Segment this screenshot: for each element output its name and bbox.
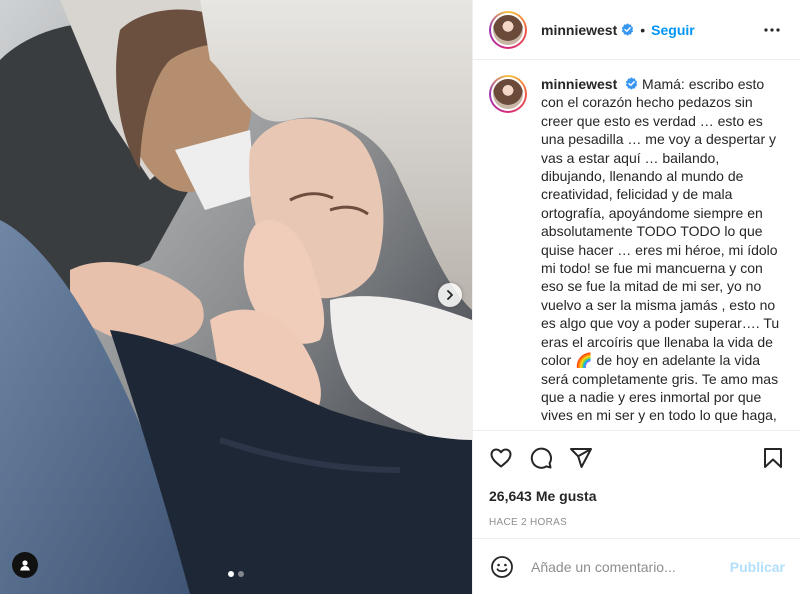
user-tag-icon <box>20 560 30 571</box>
verified-badge-icon <box>621 23 634 36</box>
follow-button[interactable]: Seguir <box>651 22 695 38</box>
header-separator: • <box>640 21 646 38</box>
like-button[interactable] <box>489 446 513 470</box>
carousel-dot-active <box>228 571 234 577</box>
caption: minniewest Mamá: escribo esto con el cor… <box>489 75 785 429</box>
likes-number: 26,643 <box>489 488 532 504</box>
post-media[interactable] <box>0 0 472 594</box>
emoji-button[interactable] <box>489 554 515 580</box>
carousel-next-button[interactable] <box>438 283 462 307</box>
action-bar <box>473 431 800 485</box>
likes-count[interactable]: 26,643 Me gusta <box>473 485 800 507</box>
comment-icon <box>530 447 552 469</box>
chevron-right-icon <box>447 290 453 300</box>
comment-input[interactable] <box>531 558 711 575</box>
comment-composer: Publicar <box>473 538 800 594</box>
carousel-indicator <box>228 571 244 577</box>
comment-button[interactable] <box>529 446 553 470</box>
share-icon <box>570 448 592 468</box>
publish-button[interactable]: Publicar <box>730 559 785 575</box>
post-actions-section: 26,643 Me gusta HACE 2 HORAS <box>473 430 800 528</box>
share-button[interactable] <box>569 446 593 470</box>
caption-username[interactable]: minniewest <box>541 76 617 92</box>
likes-label: Me gusta <box>535 488 597 504</box>
post-timestamp[interactable]: HACE 2 HORAS <box>473 507 800 528</box>
more-options-icon <box>764 27 780 32</box>
caption-text: Mamá: escribo esto con el corazón hecho … <box>541 76 780 429</box>
username-link[interactable]: minniewest <box>541 22 617 38</box>
carousel-dot <box>238 571 244 577</box>
verified-badge-icon <box>625 77 638 90</box>
tagged-users-button[interactable] <box>12 552 38 578</box>
post-photo <box>0 0 472 594</box>
post-panel: minniewest • Seguir minniewest Mamá: esc… <box>472 0 800 594</box>
caption-avatar[interactable] <box>489 75 527 113</box>
bookmark-icon <box>764 448 782 468</box>
save-button[interactable] <box>761 446 785 470</box>
heart-icon <box>490 448 512 468</box>
post-header: minniewest • Seguir <box>473 0 800 60</box>
emoji-icon <box>491 555 513 578</box>
caption-body: minniewest Mamá: escribo esto con el cor… <box>541 75 785 429</box>
more-options-button[interactable] <box>760 18 784 42</box>
avatar[interactable] <box>489 10 527 49</box>
comments-scroll-area[interactable]: minniewest Mamá: escribo esto con el cor… <box>473 61 800 429</box>
